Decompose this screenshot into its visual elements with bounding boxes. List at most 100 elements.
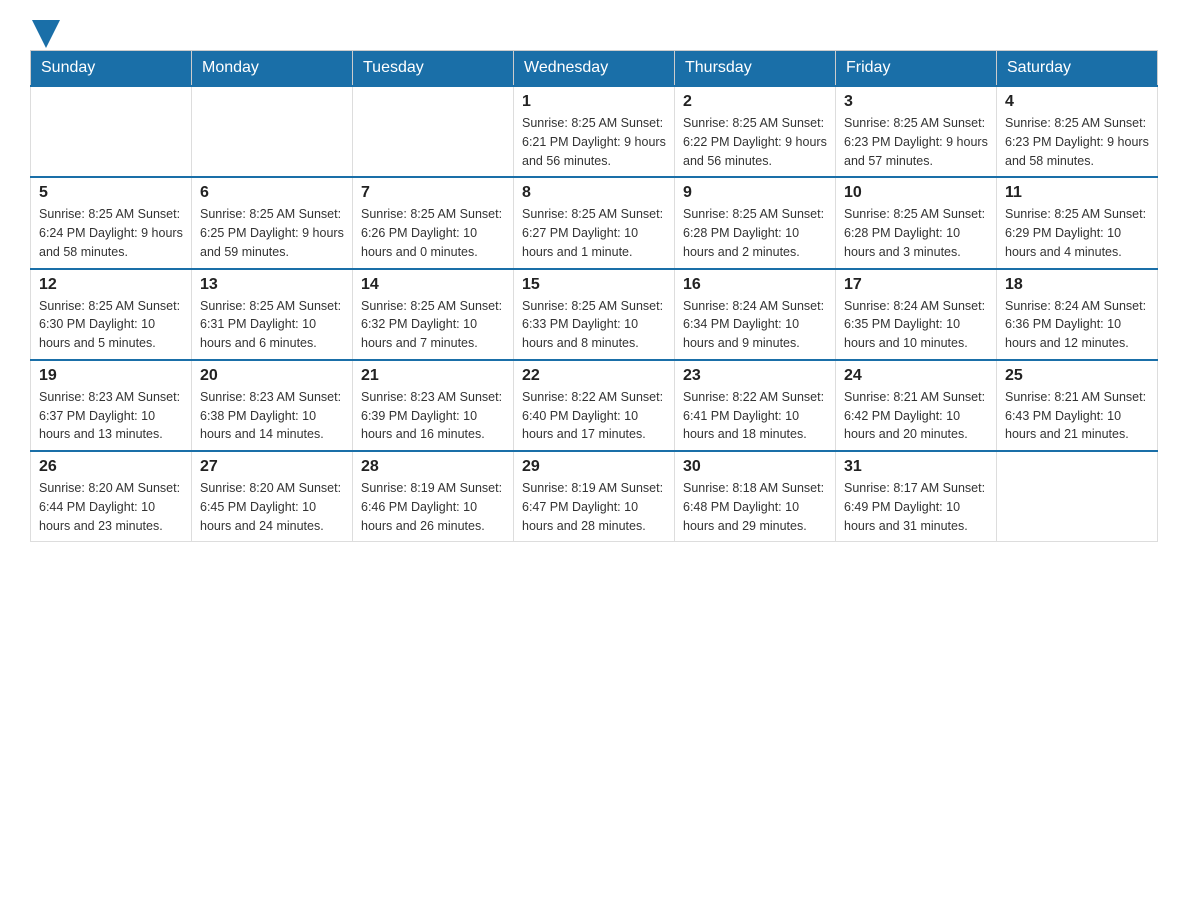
day-number: 22 (522, 367, 666, 385)
day-number: 21 (361, 367, 505, 385)
day-info: Sunrise: 8:25 AM Sunset: 6:30 PM Dayligh… (39, 297, 183, 353)
day-number: 8 (522, 184, 666, 202)
day-of-week-header: Thursday (675, 51, 836, 87)
calendar-day-cell: 5 Sunrise: 8:25 AM Sunset: 6:24 PM Daylig… (31, 177, 192, 268)
day-info: Sunrise: 8:24 AM Sunset: 6:35 PM Dayligh… (844, 297, 988, 353)
calendar-day-cell: 22 Sunrise: 8:22 AM Sunset: 6:40 PM Dayli… (514, 360, 675, 451)
day-info: Sunrise: 8:24 AM Sunset: 6:34 PM Dayligh… (683, 297, 827, 353)
calendar-day-cell: 6 Sunrise: 8:25 AM Sunset: 6:25 PM Daylig… (192, 177, 353, 268)
calendar-day-cell (997, 451, 1158, 542)
page-header (30, 20, 1158, 40)
day-info: Sunrise: 8:25 AM Sunset: 6:24 PM Dayligh… (39, 205, 183, 261)
calendar-week-row: 26Sunrise: 8:20 AM Sunset: 6:44 PM Dayli… (31, 451, 1158, 542)
calendar-day-cell: 20 Sunrise: 8:23 AM Sunset: 6:38 PM Dayli… (192, 360, 353, 451)
logo (30, 20, 60, 40)
day-info: Sunrise: 8:21 AM Sunset: 6:43 PM Dayligh… (1005, 388, 1149, 444)
day-of-week-header: Monday (192, 51, 353, 87)
day-number: 7 (361, 184, 505, 202)
day-info: Sunrise: 8:22 AM Sunset: 6:40 PM Dayligh… (522, 388, 666, 444)
day-info: Sunrise: 8:22 AM Sunset: 6:41 PM Dayligh… (683, 388, 827, 444)
day-info: Sunrise: 8:18 AM Sunset: 6:48 PM Dayligh… (683, 479, 827, 535)
day-info: Sunrise: 8:25 AM Sunset: 6:28 PM Dayligh… (844, 205, 988, 261)
day-info: Sunrise: 8:25 AM Sunset: 6:28 PM Dayligh… (683, 205, 827, 261)
day-number: 15 (522, 276, 666, 294)
calendar-week-row: 12Sunrise: 8:25 AM Sunset: 6:30 PM Dayli… (31, 269, 1158, 360)
calendar-day-cell: 26Sunrise: 8:20 AM Sunset: 6:44 PM Dayli… (31, 451, 192, 542)
calendar-day-cell: 23 Sunrise: 8:22 AM Sunset: 6:41 PM Dayli… (675, 360, 836, 451)
day-info: Sunrise: 8:25 AM Sunset: 6:25 PM Dayligh… (200, 205, 344, 261)
day-info: Sunrise: 8:25 AM Sunset: 6:31 PM Dayligh… (200, 297, 344, 353)
day-number: 25 (1005, 367, 1149, 385)
day-number: 9 (683, 184, 827, 202)
calendar-day-cell: 24Sunrise: 8:21 AM Sunset: 6:42 PM Dayli… (836, 360, 997, 451)
day-info: Sunrise: 8:25 AM Sunset: 6:33 PM Dayligh… (522, 297, 666, 353)
calendar-day-cell: 15 Sunrise: 8:25 AM Sunset: 6:33 PM Dayli… (514, 269, 675, 360)
calendar-week-row: 1 Sunrise: 8:25 AM Sunset: 6:21 PM Daylig… (31, 86, 1158, 177)
day-info: Sunrise: 8:23 AM Sunset: 6:38 PM Dayligh… (200, 388, 344, 444)
day-info: Sunrise: 8:23 AM Sunset: 6:37 PM Dayligh… (39, 388, 183, 444)
calendar-week-row: 19Sunrise: 8:23 AM Sunset: 6:37 PM Dayli… (31, 360, 1158, 451)
calendar-day-cell: 21 Sunrise: 8:23 AM Sunset: 6:39 PM Dayli… (353, 360, 514, 451)
calendar-day-cell (31, 86, 192, 177)
day-info: Sunrise: 8:24 AM Sunset: 6:36 PM Dayligh… (1005, 297, 1149, 353)
day-info: Sunrise: 8:25 AM Sunset: 6:22 PM Dayligh… (683, 114, 827, 170)
calendar-day-cell: 7 Sunrise: 8:25 AM Sunset: 6:26 PM Daylig… (353, 177, 514, 268)
day-info: Sunrise: 8:21 AM Sunset: 6:42 PM Dayligh… (844, 388, 988, 444)
calendar-day-cell: 17 Sunrise: 8:24 AM Sunset: 6:35 PM Dayli… (836, 269, 997, 360)
day-info: Sunrise: 8:19 AM Sunset: 6:47 PM Dayligh… (522, 479, 666, 535)
day-header-row: SundayMondayTuesdayWednesdayThursdayFrid… (31, 51, 1158, 87)
calendar-day-cell: 27Sunrise: 8:20 AM Sunset: 6:45 PM Dayli… (192, 451, 353, 542)
calendar-day-cell: 25 Sunrise: 8:21 AM Sunset: 6:43 PM Dayli… (997, 360, 1158, 451)
day-of-week-header: Tuesday (353, 51, 514, 87)
day-number: 3 (844, 93, 988, 111)
day-info: Sunrise: 8:19 AM Sunset: 6:46 PM Dayligh… (361, 479, 505, 535)
day-number: 28 (361, 458, 505, 476)
day-number: 30 (683, 458, 827, 476)
day-number: 20 (200, 367, 344, 385)
day-number: 16 (683, 276, 827, 294)
calendar-day-cell (353, 86, 514, 177)
calendar-day-cell: 30 Sunrise: 8:18 AM Sunset: 6:48 PM Dayli… (675, 451, 836, 542)
day-number: 10 (844, 184, 988, 202)
day-number: 6 (200, 184, 344, 202)
calendar-day-cell: 1 Sunrise: 8:25 AM Sunset: 6:21 PM Daylig… (514, 86, 675, 177)
day-number: 5 (39, 184, 183, 202)
logo-icon (32, 20, 60, 48)
day-number: 2 (683, 93, 827, 111)
calendar-day-cell: 28 Sunrise: 8:19 AM Sunset: 6:46 PM Dayli… (353, 451, 514, 542)
calendar-day-cell: 31 Sunrise: 8:17 AM Sunset: 6:49 PM Dayli… (836, 451, 997, 542)
day-number: 18 (1005, 276, 1149, 294)
day-info: Sunrise: 8:25 AM Sunset: 6:27 PM Dayligh… (522, 205, 666, 261)
calendar-day-cell: 18 Sunrise: 8:24 AM Sunset: 6:36 PM Dayli… (997, 269, 1158, 360)
day-info: Sunrise: 8:25 AM Sunset: 6:21 PM Dayligh… (522, 114, 666, 170)
calendar-day-cell: 14Sunrise: 8:25 AM Sunset: 6:32 PM Dayli… (353, 269, 514, 360)
day-number: 1 (522, 93, 666, 111)
day-number: 11 (1005, 184, 1149, 202)
calendar-day-cell: 29 Sunrise: 8:19 AM Sunset: 6:47 PM Dayli… (514, 451, 675, 542)
calendar-day-cell: 9 Sunrise: 8:25 AM Sunset: 6:28 PM Daylig… (675, 177, 836, 268)
day-of-week-header: Saturday (997, 51, 1158, 87)
calendar-week-row: 5 Sunrise: 8:25 AM Sunset: 6:24 PM Daylig… (31, 177, 1158, 268)
calendar-day-cell: 16 Sunrise: 8:24 AM Sunset: 6:34 PM Dayli… (675, 269, 836, 360)
day-of-week-header: Friday (836, 51, 997, 87)
day-number: 29 (522, 458, 666, 476)
day-of-week-header: Sunday (31, 51, 192, 87)
day-info: Sunrise: 8:20 AM Sunset: 6:45 PM Dayligh… (200, 479, 344, 535)
day-info: Sunrise: 8:17 AM Sunset: 6:49 PM Dayligh… (844, 479, 988, 535)
calendar-day-cell: 4 Sunrise: 8:25 AM Sunset: 6:23 PM Daylig… (997, 86, 1158, 177)
day-number: 4 (1005, 93, 1149, 111)
day-info: Sunrise: 8:25 AM Sunset: 6:32 PM Dayligh… (361, 297, 505, 353)
day-info: Sunrise: 8:23 AM Sunset: 6:39 PM Dayligh… (361, 388, 505, 444)
calendar-day-cell: 2 Sunrise: 8:25 AM Sunset: 6:22 PM Daylig… (675, 86, 836, 177)
day-of-week-header: Wednesday (514, 51, 675, 87)
day-number: 23 (683, 367, 827, 385)
day-info: Sunrise: 8:25 AM Sunset: 6:29 PM Dayligh… (1005, 205, 1149, 261)
calendar-body: 1 Sunrise: 8:25 AM Sunset: 6:21 PM Daylig… (31, 86, 1158, 542)
day-number: 31 (844, 458, 988, 476)
calendar-day-cell: 19Sunrise: 8:23 AM Sunset: 6:37 PM Dayli… (31, 360, 192, 451)
calendar-table: SundayMondayTuesdayWednesdayThursdayFrid… (30, 50, 1158, 542)
calendar-day-cell: 13Sunrise: 8:25 AM Sunset: 6:31 PM Dayli… (192, 269, 353, 360)
day-info: Sunrise: 8:25 AM Sunset: 6:23 PM Dayligh… (1005, 114, 1149, 170)
day-info: Sunrise: 8:25 AM Sunset: 6:26 PM Dayligh… (361, 205, 505, 261)
day-number: 17 (844, 276, 988, 294)
